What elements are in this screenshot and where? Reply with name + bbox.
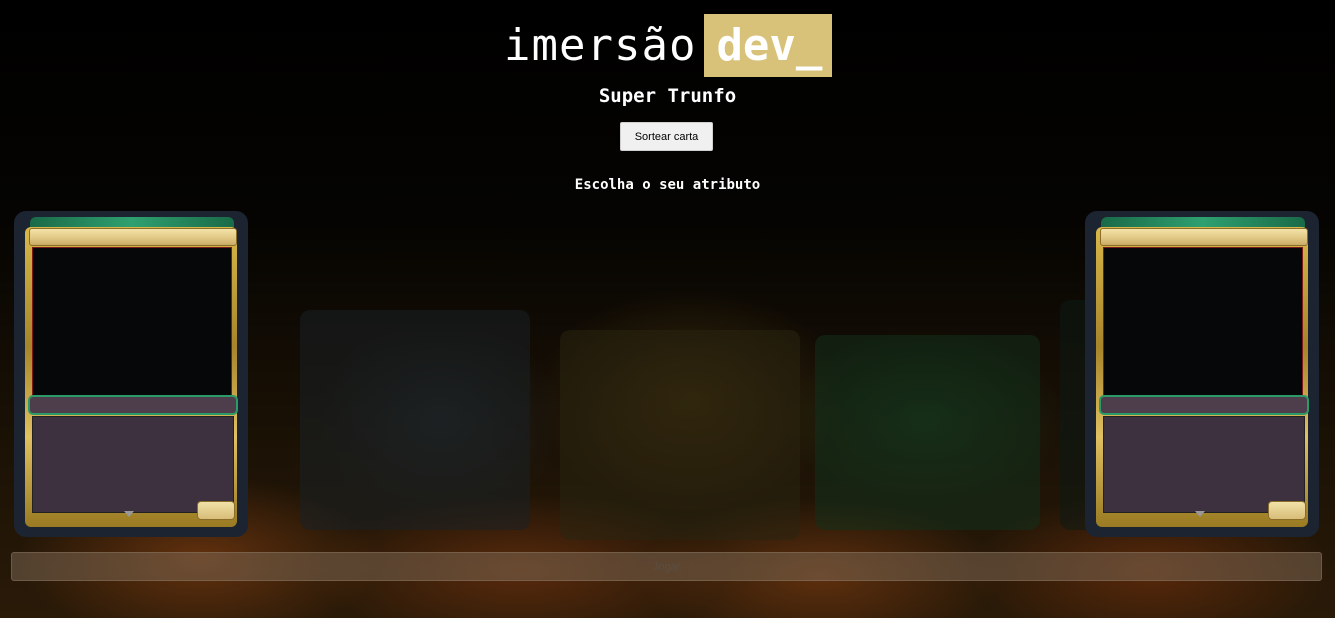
brand-logo: imersão dev_	[504, 14, 833, 77]
card-art	[32, 247, 232, 396]
card-power-box	[197, 501, 235, 520]
player-card	[14, 211, 248, 537]
card-type-line	[1099, 395, 1309, 415]
card-name-plate	[1100, 228, 1308, 246]
machine-card	[1085, 211, 1319, 537]
play-button[interactable]: Jogar	[11, 552, 1322, 581]
card-attributes-box	[1103, 416, 1305, 513]
card-art	[1103, 247, 1303, 396]
card-power-box	[1268, 501, 1306, 520]
card-type-line	[28, 395, 238, 415]
card-name-plate	[29, 228, 237, 246]
attribute-prompt: Escolha o seu atributo	[574, 177, 761, 193]
card-attributes-box	[32, 416, 234, 513]
logo-highlight: dev_	[704, 14, 833, 77]
logo-text: imersão	[504, 20, 697, 71]
page-title: Super Trunfo	[598, 85, 737, 107]
draw-card-button[interactable]: Sortear carta	[620, 122, 713, 151]
